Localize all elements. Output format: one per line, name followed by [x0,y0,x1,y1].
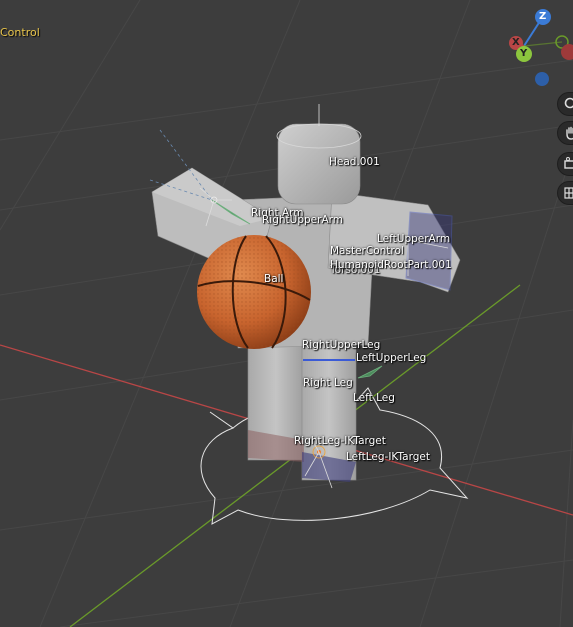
label-right-upper-arm[interactable]: RightUpperArm [262,215,343,226]
label-right-leg[interactable]: Right Leg [303,378,353,389]
label-left-upper-arm[interactable]: LeftUpperArm [377,234,450,245]
legs-mesh [247,338,357,482]
viewport-mode-label: Control [0,26,40,39]
grid-icon [564,187,573,199]
head-mesh [276,104,362,205]
label-right-leg-ik-target[interactable]: RightLeg-IKTarget [294,436,386,447]
label-master-control[interactable]: MasterControl [330,246,404,257]
label-left-leg-ik-target[interactable]: LeftLeg-IKTarget [346,452,430,463]
camera-icon [564,157,573,169]
scene-canvas[interactable] [0,0,573,627]
gizmo-y-label: Y [520,48,528,59]
gizmo-x-label: X [512,37,520,48]
hand-pan-icon [566,126,573,140]
label-humanoid-root[interactable]: HumanoidRootPart.001 [330,260,452,271]
navigation-gizmo[interactable]: Z X Y [500,6,573,91]
label-head[interactable]: Head.001 [329,157,380,168]
label-left-leg[interactable]: Left Leg [353,393,395,404]
label-ball[interactable]: Ball [264,274,283,285]
label-left-upper-leg[interactable]: LeftUpperLeg [356,353,426,364]
gizmo-z-label: Z [539,11,547,22]
basketball-mesh [197,235,311,349]
3d-viewport[interactable]: Control Z X Y Head.001 Right Arm RightUp [0,0,573,627]
zoom-icon [564,97,573,109]
label-right-upper-leg[interactable]: RightUpperLeg [302,340,380,351]
